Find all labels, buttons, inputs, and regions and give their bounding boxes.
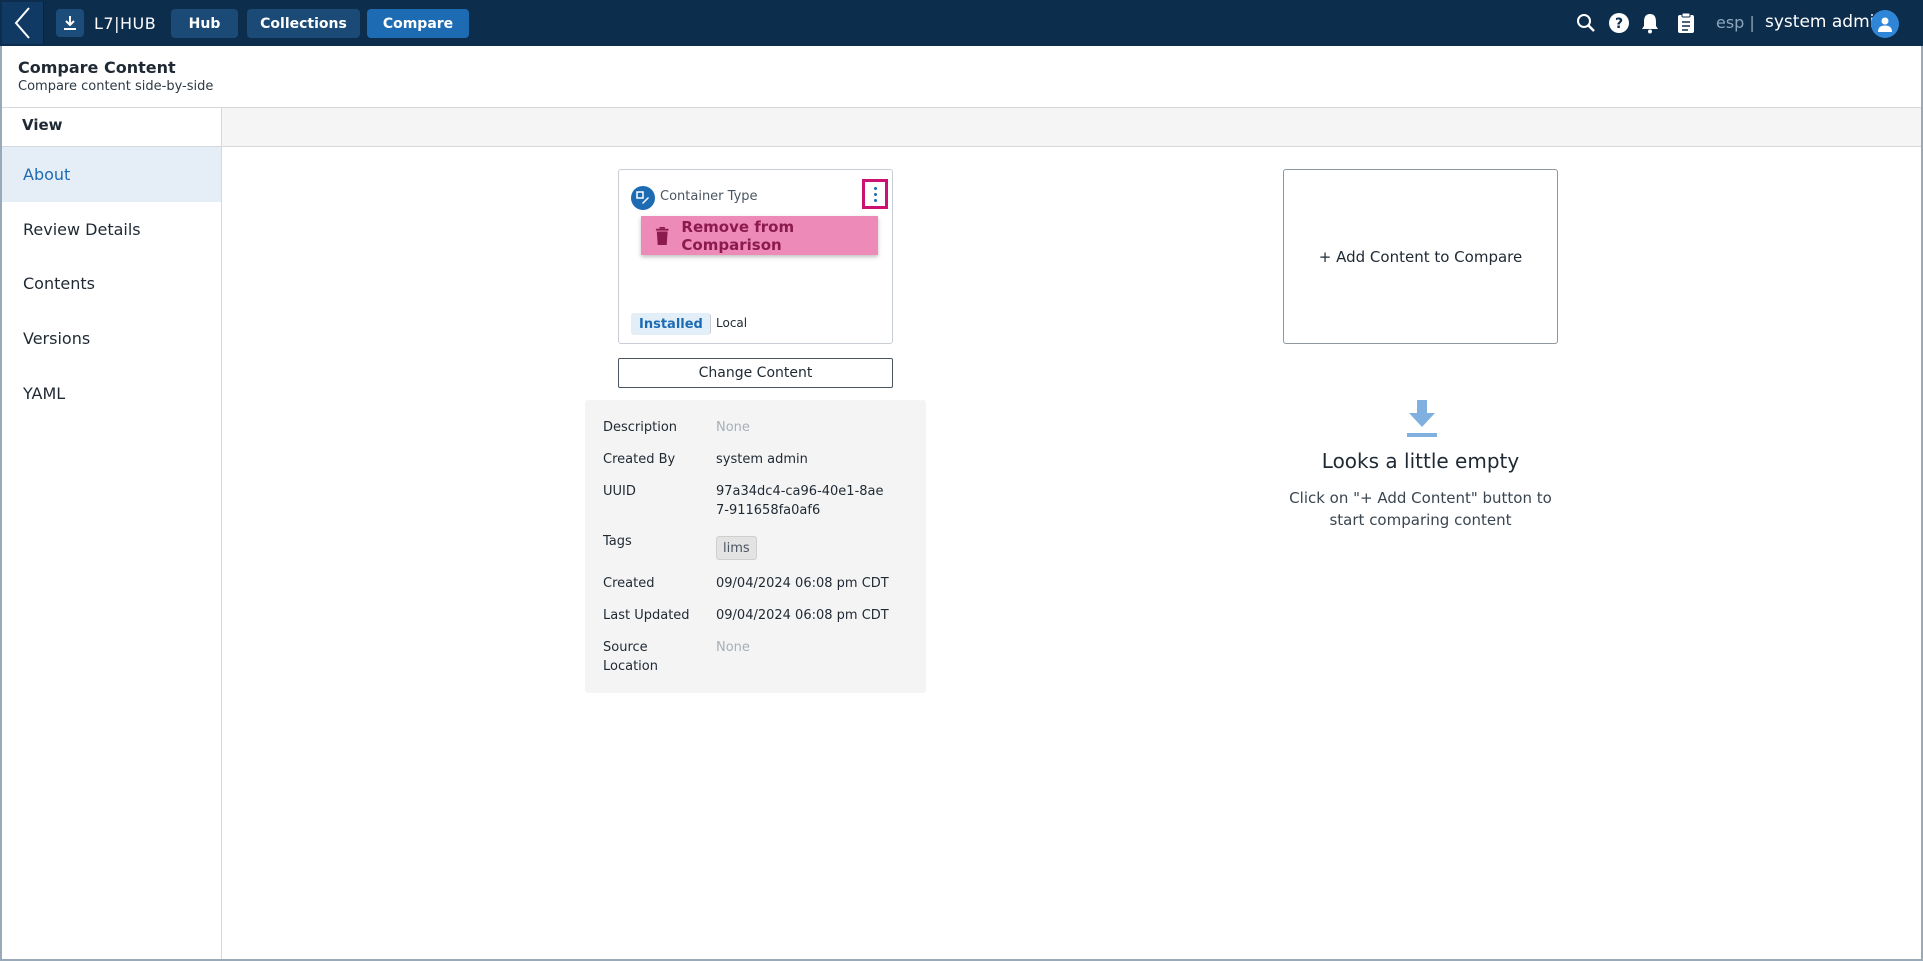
sidebar-divider: [221, 108, 222, 961]
empty-state-title: Looks a little empty: [1321, 449, 1520, 473]
help-icon[interactable]: ?: [1608, 12, 1630, 34]
details-panel: Description None Created By system admin…: [585, 400, 926, 693]
nav-collections[interactable]: Collections: [247, 9, 360, 38]
back-button[interactable]: [2, 2, 44, 44]
description-value: None: [716, 420, 750, 435]
trash-icon: [655, 226, 669, 245]
sidebar-item-versions[interactable]: Versions: [2, 311, 221, 366]
content-card[interactable]: Container Type Remove from Comparison In…: [618, 169, 893, 344]
sidebar-item-about[interactable]: About: [2, 147, 221, 202]
container-type-icon: [631, 186, 655, 210]
download-arrow-icon: [1407, 400, 1437, 437]
tags-label: Tags: [603, 534, 632, 549]
source-location-label: Source Location: [603, 640, 658, 674]
tag-chip[interactable]: lims: [716, 536, 757, 560]
user-avatar-icon[interactable]: [1871, 10, 1899, 38]
created-label: Created: [603, 576, 655, 591]
clipboard-icon[interactable]: [1675, 12, 1697, 34]
description-label: Description: [603, 420, 678, 435]
sidebar-item-yaml[interactable]: YAML: [2, 366, 221, 421]
toolbar-divider: [0, 146, 1923, 147]
app-logo[interactable]: L7|HUB: [56, 9, 156, 37]
page-subtitle: Compare content side-by-side: [18, 79, 214, 94]
last-updated-label: Last Updated: [603, 608, 690, 623]
content-toolbar: [221, 108, 1921, 146]
page-header: Compare Content Compare content side-by-…: [18, 58, 213, 94]
last-updated-value: 09/04/2024 06:08 pm CDT: [716, 608, 889, 623]
content-type-label: Container Type: [660, 189, 758, 204]
remove-from-comparison-label: Remove from Comparison: [681, 217, 795, 254]
app-title: L7|HUB: [94, 13, 157, 33]
source-location-value: None: [716, 640, 750, 655]
uuid-value: 97a34dc4-ca96-40e1-8ae7-911658fa0af6: [716, 484, 884, 518]
more-options-icon[interactable]: [862, 179, 888, 209]
badge-divider: [710, 315, 711, 333]
user-menu-name[interactable]: system admin: [1765, 12, 1885, 32]
remove-from-comparison-menu-item[interactable]: Remove from Comparison: [641, 216, 878, 255]
add-content-to-compare-button[interactable]: + Add Content to Compare: [1283, 169, 1558, 344]
window-border-left: [0, 46, 2, 961]
sidebar-header: View: [22, 116, 63, 134]
top-navigation-bar: L7|HUB Hub Collections Compare ? esp | s…: [0, 0, 1923, 46]
sidebar-item-contents[interactable]: Contents: [2, 256, 221, 311]
status-badge: Installed: [631, 313, 711, 335]
empty-state-description: Click on "+ Add Content" button to start…: [1289, 489, 1552, 529]
change-content-button[interactable]: Change Content: [618, 358, 893, 388]
page-title: Compare Content: [18, 58, 176, 77]
created-value: 09/04/2024 06:08 pm CDT: [716, 576, 889, 591]
nav-hub[interactable]: Hub: [171, 9, 238, 38]
svg-text:?: ?: [1615, 16, 1623, 32]
bell-icon[interactable]: [1639, 12, 1661, 34]
created-by-label: Created By: [603, 452, 676, 467]
created-by-value: system admin: [716, 452, 808, 467]
download-icon: [56, 9, 84, 37]
chevron-left-icon: [14, 7, 30, 39]
nav-compare[interactable]: Compare: [367, 9, 469, 38]
location-label: Local: [716, 316, 748, 330]
uuid-label: UUID: [603, 484, 636, 499]
sidebar-item-review-details[interactable]: Review Details: [2, 202, 221, 257]
search-icon[interactable]: [1575, 12, 1597, 34]
language-toggle[interactable]: esp |: [1716, 13, 1755, 32]
